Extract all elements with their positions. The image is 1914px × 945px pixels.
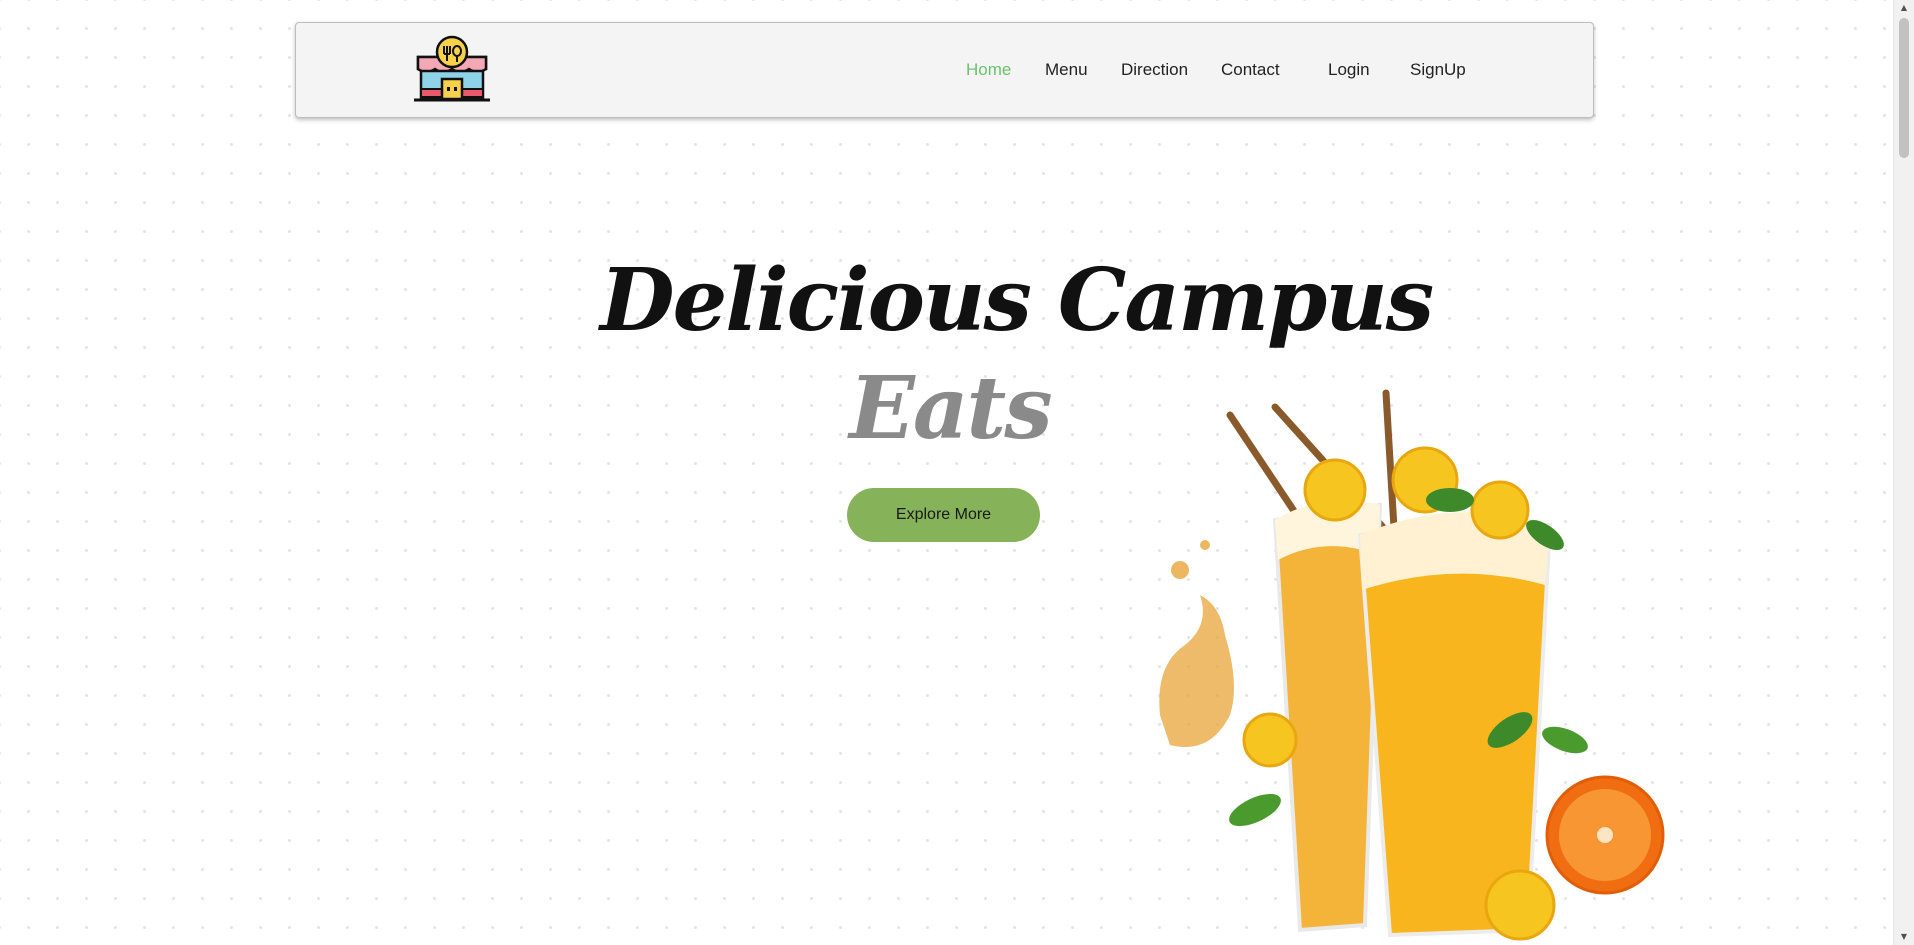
nav-link-login[interactable]: Login [1328, 60, 1370, 80]
scroll-up-arrow-icon[interactable]: ▲ [1894, 0, 1914, 16]
orange-juice-glasses-image [1159, 389, 1665, 941]
nav-link-contact[interactable]: Contact [1221, 60, 1280, 80]
nav-link-direction[interactable]: Direction [1121, 60, 1188, 80]
restaurant-storefront-icon[interactable] [412, 35, 492, 105]
nav-link-menu[interactable]: Menu [1045, 60, 1088, 80]
nav-link-signup[interactable]: SignUp [1410, 60, 1466, 80]
vertical-scrollbar[interactable]: ▲ ▼ [1893, 0, 1914, 945]
nav-link-home[interactable]: Home [966, 60, 1011, 80]
scroll-down-arrow-icon[interactable]: ▼ [1894, 929, 1914, 945]
navbar: Home Menu Direction Contact Login SignUp [295, 22, 1594, 118]
scrollbar-thumb[interactable] [1899, 18, 1909, 158]
hero-title-line1: Delicious Campus [600, 250, 1434, 351]
explore-more-button[interactable]: Explore More [847, 488, 1040, 542]
hero-title-line2: Eats [849, 358, 1052, 459]
